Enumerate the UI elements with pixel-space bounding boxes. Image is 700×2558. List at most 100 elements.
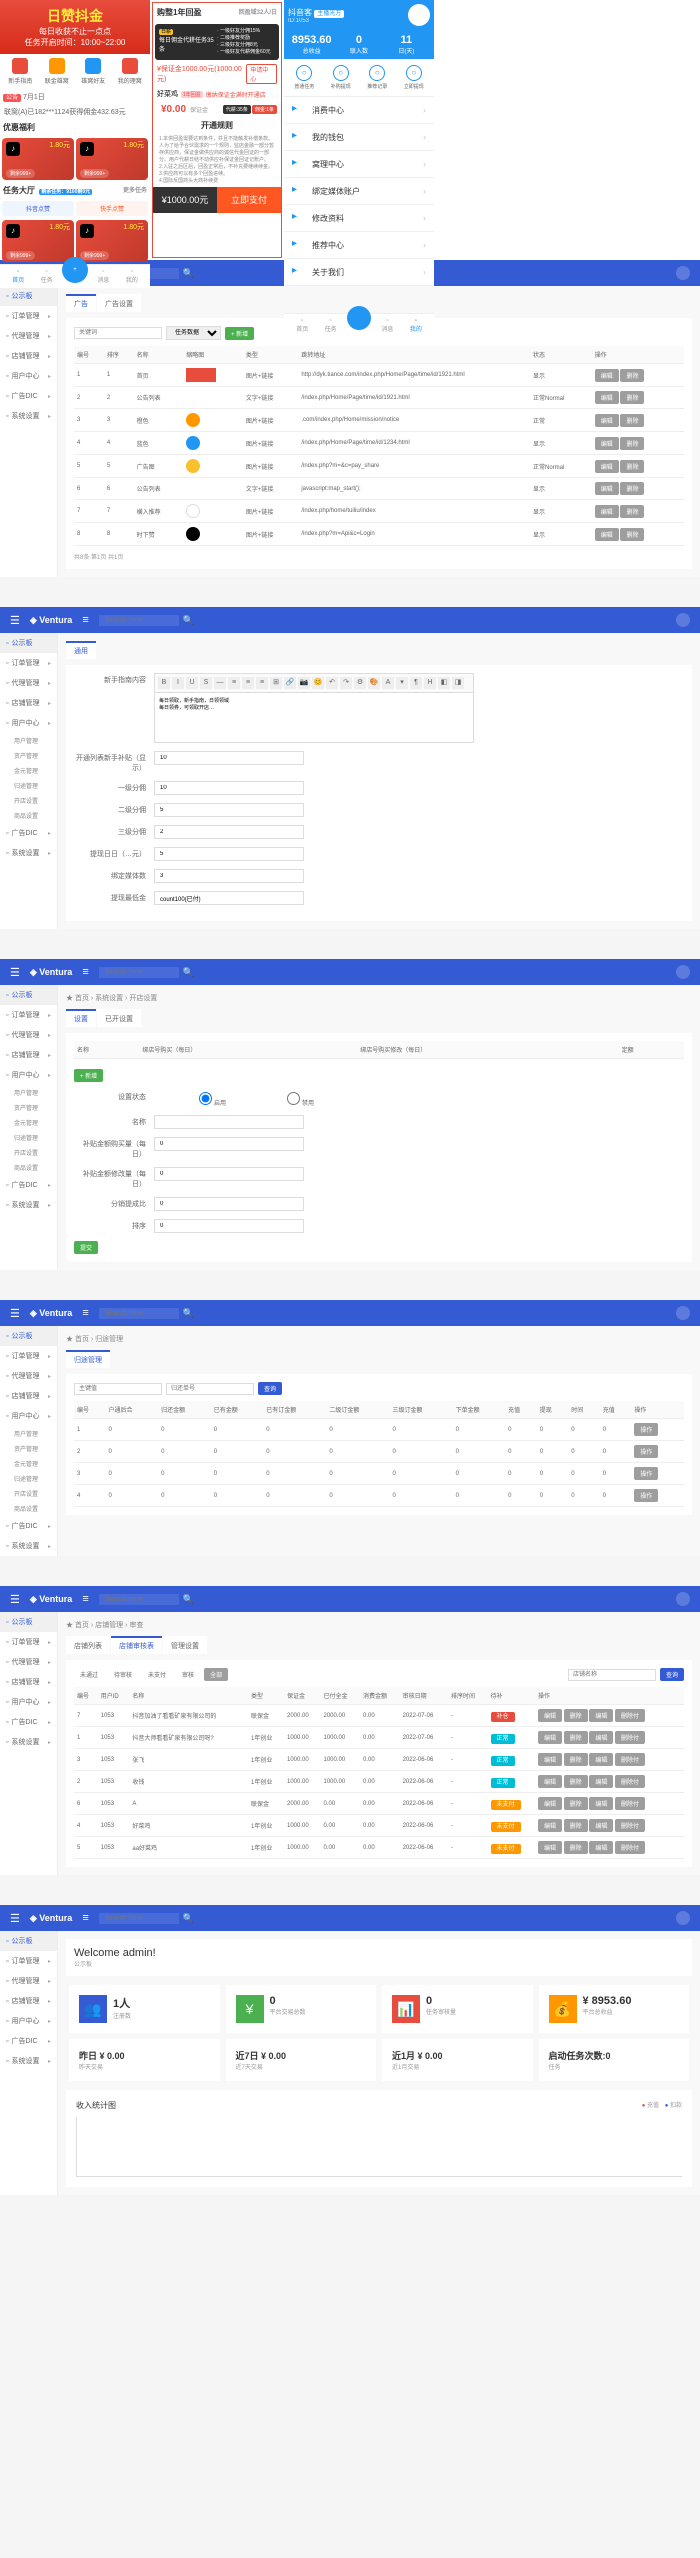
delete-button[interactable]: 删除	[564, 1841, 588, 1854]
sidebar-广告DIC[interactable]: ▫广告DIC▸	[0, 1516, 57, 1536]
nav-新手指南[interactable]: 新手指南	[2, 58, 39, 85]
input-三级分佣[interactable]	[154, 825, 304, 839]
sidebar-店铺管理[interactable]: ▫店铺管理▸	[0, 1386, 57, 1406]
menu-icon[interactable]: ≡	[82, 966, 88, 978]
menu-我的钱包[interactable]: ▸我的钱包›	[284, 124, 434, 151]
search-icon[interactable]: 🔍	[183, 268, 194, 279]
edit-button[interactable]: 编辑	[595, 437, 619, 450]
sidebar-订单管理[interactable]: ▫订单管理▸	[0, 653, 57, 673]
op-button[interactable]: 操作	[634, 1423, 658, 1436]
filter-未支付[interactable]: 未支付	[142, 1668, 172, 1681]
edit-button[interactable]: 编辑	[595, 482, 619, 495]
op-button[interactable]: 操作	[634, 1445, 658, 1458]
sidebar-用户中心[interactable]: ▫用户中心▸	[0, 713, 57, 733]
filter-key[interactable]	[74, 1383, 162, 1395]
store-name-input[interactable]	[568, 1669, 656, 1681]
input-名称[interactable]	[154, 1115, 304, 1129]
sidebar-订单管理[interactable]: ▫订单管理▸	[0, 306, 57, 326]
sidebar-系统设置[interactable]: ▫系统设置▸	[0, 843, 57, 863]
toolbar-btn[interactable]: ≡	[242, 677, 254, 689]
edit-button[interactable]: 编辑	[595, 460, 619, 473]
op-button[interactable]: 操作	[634, 1489, 658, 1502]
task-tab-douyin[interactable]: 抖音点赞	[2, 201, 74, 216]
sidebar-公示板[interactable]: ▫公示板	[0, 985, 57, 1005]
search-icon[interactable]: 🔍	[183, 615, 194, 626]
menu-窝理中心[interactable]: ▸窝理中心›	[284, 151, 434, 178]
sidebar-代理管理[interactable]: ▫代理管理▸	[0, 1652, 57, 1672]
input-二级分佣[interactable]	[154, 803, 304, 817]
delete-button[interactable]: 删除	[620, 414, 644, 427]
submit-button[interactable]: 提交	[74, 1241, 98, 1254]
toolbar-btn[interactable]: ≡	[228, 677, 240, 689]
task-card[interactable]: ♪1.80元剩余999+	[76, 220, 148, 262]
sidebar-广告DIC[interactable]: ▫广告DIC▸	[0, 1712, 57, 1732]
sidebar-sub-金元管理[interactable]: 金元管理	[0, 1456, 57, 1471]
toolbar-btn[interactable]: ↶	[326, 677, 338, 689]
quick-立即提现[interactable]: ○立即提现	[396, 65, 433, 90]
toolbar-btn[interactable]: 🔗	[284, 677, 296, 689]
delpay-button[interactable]: 删除付	[615, 1819, 645, 1832]
sidebar-sub-商品设置[interactable]: 商品设置	[0, 808, 57, 823]
op-button[interactable]: 操作	[634, 1467, 658, 1480]
menu-推荐中心[interactable]: ▸推荐中心›	[284, 232, 434, 259]
menu-icon[interactable]: ≡	[82, 614, 88, 626]
input-一级分佣[interactable]	[154, 781, 304, 795]
filter-待审核[interactable]: 待审核	[108, 1668, 138, 1681]
sidebar-店铺管理[interactable]: ▫店铺管理▸	[0, 1045, 57, 1065]
tab-store-review[interactable]: 店铺审核表	[111, 1636, 162, 1654]
filter-全部[interactable]: 全部	[204, 1668, 228, 1681]
menu-绑定媒体账户[interactable]: ▸绑定媒体账户›	[284, 178, 434, 205]
edit2-button[interactable]: 编辑	[589, 1753, 613, 1766]
toolbar-btn[interactable]: ≡	[256, 677, 268, 689]
tab-ads[interactable]: 广告	[66, 294, 96, 312]
edit-button[interactable]: 编辑	[538, 1753, 562, 1766]
menu-消费中心[interactable]: ▸消费中心›	[284, 97, 434, 124]
toolbar-btn[interactable]: ◨	[452, 677, 464, 689]
sidebar-sub-归途管理[interactable]: 归途管理	[0, 1130, 57, 1145]
radio-启用[interactable]: 启用	[154, 1090, 234, 1107]
delete-button[interactable]: 删除	[564, 1797, 588, 1810]
sidebar-sub-开店设置[interactable]: 开店设置	[0, 1486, 57, 1501]
toolbar-btn[interactable]: ↷	[340, 677, 352, 689]
sidebar-公示板[interactable]: ▫公示板	[0, 1931, 57, 1951]
user-avatar[interactable]	[676, 613, 690, 627]
search-input[interactable]	[99, 1913, 179, 1924]
edit-button[interactable]: 编辑	[595, 528, 619, 541]
user-avatar[interactable]	[676, 266, 690, 280]
tab-首页[interactable]: ▫首页	[288, 318, 316, 333]
sidebar-sub-资产管理[interactable]: 资产管理	[0, 1100, 57, 1115]
delete-button[interactable]: 删除	[620, 460, 644, 473]
keyword-input[interactable]	[74, 327, 162, 339]
more-link[interactable]: 更多任务	[123, 185, 147, 194]
sidebar-广告DIC[interactable]: ▫广告DIC▸	[0, 1175, 57, 1195]
delpay-button[interactable]: 删除付	[615, 1709, 645, 1722]
edit-button[interactable]: 编辑	[595, 505, 619, 518]
input-补贴金额购买量（每日）[interactable]	[154, 1137, 304, 1151]
tab-任务[interactable]: ▫任务	[32, 269, 60, 284]
sidebar-店铺管理[interactable]: ▫店铺管理▸	[0, 1991, 57, 2011]
task-card[interactable]: ♪1.80元剩余999+	[76, 138, 148, 180]
search-icon[interactable]: 🔍	[183, 1594, 194, 1605]
input-提现最低金[interactable]	[154, 891, 304, 905]
toolbar-btn[interactable]: 📷	[298, 677, 310, 689]
input-分销提成比[interactable]	[154, 1197, 304, 1211]
sidebar-代理管理[interactable]: ▫代理管理▸	[0, 1366, 57, 1386]
sidebar-系统设置[interactable]: ▫系统设置▸	[0, 1732, 57, 1752]
editor-toolbar[interactable]: BIUS—≡≡≡⊞🔗📷😊↶↷⚙🎨A▾¶H◧◨	[154, 673, 474, 693]
brand-logo[interactable]: ◈ Ventura	[30, 1308, 72, 1319]
filter-审核[interactable]: 审核	[176, 1668, 200, 1681]
delete-button[interactable]: 删除	[620, 437, 644, 450]
edit-button[interactable]: 编辑	[538, 1819, 562, 1832]
edit-button[interactable]: 编辑	[595, 391, 619, 404]
sidebar-代理管理[interactable]: ▫代理管理▸	[0, 1025, 57, 1045]
tab-首页[interactable]: ▫首页	[4, 269, 32, 284]
sidebar-sub-开店设置[interactable]: 开店设置	[0, 1145, 57, 1160]
tab-消息[interactable]: ▫消息	[89, 269, 117, 284]
quick-补购提现[interactable]: ○补购提现	[323, 65, 360, 90]
tab-center-button[interactable]	[347, 306, 371, 330]
user-avatar[interactable]	[676, 965, 690, 979]
sidebar-广告DIC[interactable]: ▫广告DIC▸	[0, 386, 57, 406]
input-排序[interactable]	[154, 1219, 304, 1233]
menu-关于我们[interactable]: ▸关于我们›	[284, 259, 434, 286]
edit-button[interactable]: 编辑	[538, 1775, 562, 1788]
